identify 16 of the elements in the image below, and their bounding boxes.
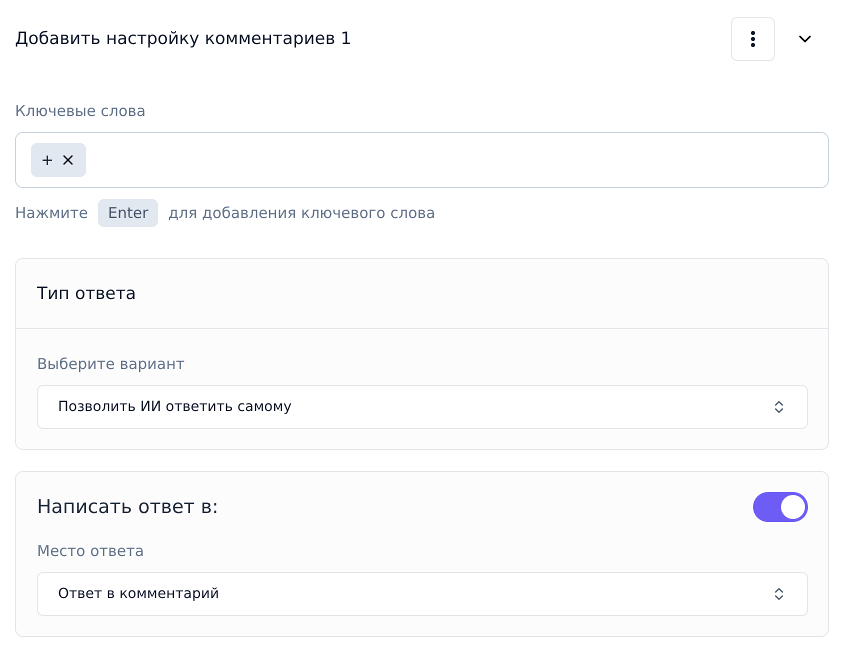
field-label: Место ответа (37, 542, 146, 560)
section-title: Добавить настройку комментариев 1 (15, 29, 352, 49)
field-label: Выберите вариант (37, 355, 186, 373)
hint-text: для добавления ключевого слова (168, 204, 436, 222)
more-icon (751, 31, 755, 47)
card-title: Написать ответ в: (37, 496, 218, 518)
tag-label: + (41, 151, 54, 169)
select-field[interactable]: Ответ в комментарий (37, 572, 808, 616)
more-options-button[interactable] (731, 17, 775, 61)
key-hint: Enter (98, 199, 158, 227)
keywords-field[interactable]: + (15, 132, 829, 188)
hint-text: Нажмите (15, 204, 88, 222)
card-title: Тип ответа (37, 284, 136, 304)
toggle-switch[interactable] (753, 492, 808, 522)
field-label: Ключевые слова (15, 102, 147, 120)
select-field[interactable]: Позволить ИИ ответить самому (37, 385, 808, 429)
